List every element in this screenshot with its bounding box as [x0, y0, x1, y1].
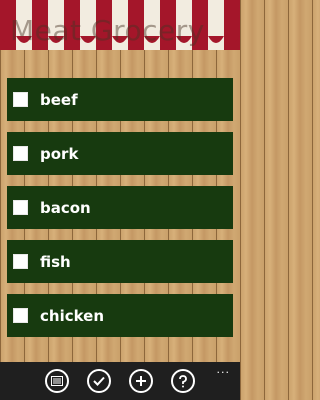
- check-button[interactable]: [87, 369, 111, 393]
- item-label: bacon: [40, 198, 91, 217]
- item-checkbox[interactable]: [13, 254, 28, 269]
- help-icon: [178, 374, 188, 388]
- list-item[interactable]: pork: [7, 132, 233, 175]
- add-button[interactable]: [129, 369, 153, 393]
- item-checkbox[interactable]: [13, 308, 28, 323]
- check-icon: [93, 376, 105, 386]
- list-item[interactable]: chicken: [7, 294, 233, 337]
- list-item[interactable]: bacon: [7, 186, 233, 229]
- item-label: pork: [40, 144, 79, 163]
- item-label: fish: [40, 252, 71, 271]
- page-title: Meat Grocery: [10, 14, 205, 47]
- more-options-button[interactable]: ...: [217, 364, 231, 375]
- item-checkbox[interactable]: [13, 146, 28, 161]
- list-item[interactable]: beef: [7, 78, 233, 121]
- item-label: chicken: [40, 306, 105, 325]
- list-icon: [51, 376, 63, 386]
- help-button[interactable]: [171, 369, 195, 393]
- list-button[interactable]: [45, 369, 69, 393]
- app-bar: ...: [0, 362, 240, 400]
- add-icon: [135, 375, 147, 387]
- item-checkbox[interactable]: [13, 200, 28, 215]
- list-item[interactable]: fish: [7, 240, 233, 283]
- item-label: beef: [40, 90, 78, 109]
- grocery-list: beef pork bacon fish chicken: [7, 78, 233, 348]
- item-checkbox[interactable]: [13, 92, 28, 107]
